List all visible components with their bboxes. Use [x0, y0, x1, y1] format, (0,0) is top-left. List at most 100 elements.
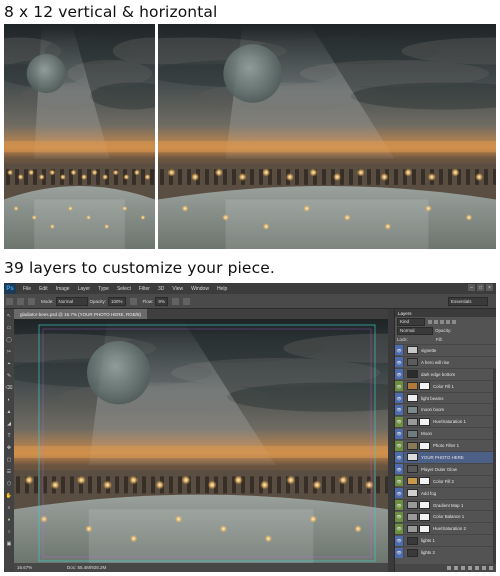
layer-row[interactable]: 👁 dark edge bottom: [395, 367, 496, 380]
mode-dropdown[interactable]: Normal: [55, 296, 88, 306]
menu-filter[interactable]: Filter: [139, 286, 150, 292]
brush-size-icon[interactable]: [17, 297, 24, 305]
layer-row[interactable]: 👁 moon boom: [395, 403, 496, 415]
new-adjustment-icon[interactable]: [468, 566, 472, 570]
visibility-eye-icon[interactable]: 👁: [395, 511, 404, 522]
layer-row[interactable]: 👁 Add fog: [395, 486, 496, 499]
layer-row[interactable]: 👁 Hue/Saturation 2: [395, 522, 496, 534]
note-icon[interactable]: ☰: [5, 469, 13, 475]
layer-row[interactable]: 👁 Hue/Saturation 1: [395, 415, 496, 427]
path-select-icon[interactable]: ✥: [5, 445, 13, 451]
visibility-eye-icon[interactable]: 👁: [395, 393, 404, 403]
visibility-eye-icon[interactable]: 👁: [395, 416, 404, 427]
eyedropper-icon[interactable]: ⌖: [5, 361, 13, 367]
zoom-level[interactable]: 16.67%: [17, 565, 47, 570]
adjustment-filter-icon[interactable]: [434, 319, 438, 324]
layer-row[interactable]: 👁 lights 1: [395, 534, 496, 546]
layer-row[interactable]: 👁 Gradient Map 1: [395, 498, 496, 511]
menu-image[interactable]: Image: [56, 286, 70, 292]
menu-3d[interactable]: 3D: [158, 286, 164, 292]
move-icon[interactable]: ↖: [5, 313, 13, 319]
lasso-icon[interactable]: ◯: [5, 337, 13, 343]
type-filter-icon[interactable]: [440, 319, 444, 324]
layers-panel-tab[interactable]: Layers: [395, 309, 496, 317]
layer-row[interactable]: 👁 Color Balance 1: [395, 510, 496, 522]
brush-preset-icon[interactable]: [6, 297, 13, 305]
hand-icon[interactable]: ✋: [5, 493, 13, 499]
pen-tool-icon[interactable]: ▲: [5, 409, 13, 415]
layer-row[interactable]: 👁 vignette: [395, 344, 496, 356]
pressure-opacity-icon[interactable]: [129, 297, 137, 305]
menu-layer[interactable]: Layer: [78, 286, 91, 292]
menu-window[interactable]: Window: [191, 286, 209, 292]
document-tab[interactable]: gladiator-bees.psd @ 16.7% (YOUR PHOTO H…: [14, 309, 148, 319]
menu-edit[interactable]: Edit: [39, 286, 48, 292]
maximize-icon[interactable]: □: [477, 284, 484, 291]
eraser-icon[interactable]: ⌫: [5, 385, 13, 391]
blend-mode-dropdown[interactable]: Normal: [397, 326, 433, 335]
type-icon[interactable]: T: [5, 433, 13, 439]
visibility-eye-icon[interactable]: 👁: [395, 345, 404, 356]
zoom-icon[interactable]: ⌕: [5, 505, 13, 511]
visibility-eye-icon[interactable]: 👁: [395, 464, 404, 475]
layer-row[interactable]: 👁 Color Fill 1: [395, 379, 496, 392]
arena-light: [303, 205, 311, 212]
visibility-eye-icon[interactable]: 👁: [395, 452, 404, 463]
layer-row[interactable]: 👁 lights 2: [395, 546, 496, 558]
new-layer-icon[interactable]: [482, 566, 486, 570]
visibility-eye-icon[interactable]: 👁: [395, 440, 404, 451]
gradient-icon[interactable]: ◢: [5, 421, 13, 427]
visibility-eye-icon[interactable]: 👁: [395, 500, 404, 511]
menu-file[interactable]: File: [23, 286, 31, 292]
visibility-eye-icon[interactable]: 👁: [395, 428, 404, 439]
layer-row[interactable]: 👁 A hero will rise: [395, 355, 496, 368]
flow-field[interactable]: 9%: [155, 296, 168, 306]
marquee-icon[interactable]: ▭: [5, 325, 13, 331]
smart-object-filter-icon[interactable]: [452, 319, 456, 324]
visibility-eye-icon[interactable]: 👁: [395, 535, 404, 546]
dodge-icon[interactable]: ◐: [5, 397, 13, 403]
delete-layer-icon[interactable]: [489, 566, 493, 570]
layer-kind-filter[interactable]: Kind: [397, 317, 425, 326]
layer-row[interactable]: 👁 YOUR PHOTO HERE: [395, 451, 496, 463]
layer-style-icon[interactable]: [454, 566, 458, 570]
layer-row[interactable]: 👁 light beams: [395, 391, 496, 404]
visibility-eye-icon[interactable]: 👁: [395, 369, 404, 380]
crop-icon[interactable]: ✂: [5, 349, 13, 355]
menu-select[interactable]: Select: [117, 286, 131, 292]
brush-panel-icon[interactable]: [28, 297, 35, 305]
pixel-filter-icon[interactable]: [428, 319, 432, 324]
minimize-icon[interactable]: –: [468, 284, 475, 291]
visibility-eye-icon[interactable]: 👁: [395, 547, 404, 558]
visibility-eye-icon[interactable]: 👁: [395, 357, 404, 368]
3d-icon[interactable]: ⬡: [5, 481, 13, 487]
shape-icon[interactable]: ▢: [5, 457, 13, 463]
workspace-dropdown[interactable]: Essentials: [448, 296, 488, 306]
visibility-eye-icon[interactable]: 👁: [395, 404, 404, 415]
layer-row[interactable]: 👁 Color Fill 2: [395, 474, 496, 487]
opacity-field[interactable]: 100%: [108, 296, 126, 306]
layer-row[interactable]: 👁 Moon: [395, 427, 496, 439]
visibility-eye-icon[interactable]: 👁: [395, 381, 404, 392]
add-mask-icon[interactable]: [461, 566, 465, 570]
visibility-eye-icon[interactable]: 👁: [395, 523, 404, 534]
layer-row[interactable]: 👁 Photo Filter 1: [395, 439, 496, 451]
menu-type[interactable]: Type: [98, 286, 109, 292]
layer-row[interactable]: 👁 Player Outer Glow: [395, 462, 496, 475]
menu-help[interactable]: Help: [217, 286, 227, 292]
bg-color-icon[interactable]: ○: [5, 529, 13, 535]
shape-filter-icon[interactable]: [446, 319, 450, 324]
visibility-eye-icon[interactable]: 👁: [395, 488, 404, 499]
brush-icon[interactable]: ✎: [5, 373, 13, 379]
visibility-eye-icon[interactable]: 👁: [395, 476, 404, 487]
link-layers-icon[interactable]: [447, 566, 451, 570]
canvas-area[interactable]: [4, 319, 493, 563]
menu-view[interactable]: View: [172, 286, 183, 292]
fg-color-icon[interactable]: ●: [5, 517, 13, 523]
close-icon[interactable]: ×: [486, 284, 493, 291]
screen-mode-icon[interactable]: ▣: [5, 541, 13, 547]
pressure-size-icon[interactable]: [182, 297, 190, 305]
new-group-icon[interactable]: [475, 566, 479, 570]
layers-scrollbar[interactable]: [493, 369, 496, 564]
airbrush-icon[interactable]: [171, 297, 179, 305]
